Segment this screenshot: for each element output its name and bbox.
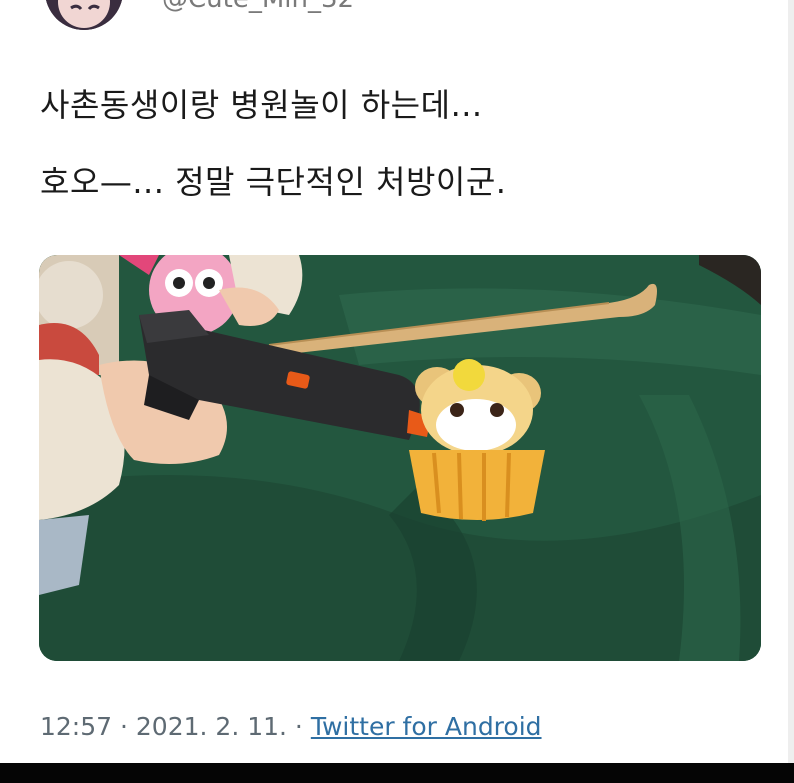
user-handle[interactable]: @Cute_Min_32 [162, 0, 354, 12]
meta-separator: · [286, 712, 311, 741]
tweet-screenshot: @Cute_Min_32 사촌동생이랑 병원놀이 하는데... 호오—... 정… [0, 0, 794, 783]
tweet-photo[interactable] [39, 255, 761, 661]
tweet-text-line-2: 호오—... 정말 극단적인 처방이군. [40, 163, 507, 201]
tweet-source-link[interactable]: Twitter for Android [311, 712, 542, 741]
tweet-text-line-1: 사촌동생이랑 병원놀이 하는데... [40, 86, 483, 124]
tweet-meta: 12:57 · 2021. 2. 11. · Twitter for Andro… [40, 712, 542, 741]
meta-separator: · [112, 712, 136, 741]
avatar[interactable] [45, 0, 123, 30]
tweet-time[interactable]: 12:57 [40, 712, 112, 741]
scroll-edge [788, 0, 794, 763]
tweet-date[interactable]: 2021. 2. 11. [136, 712, 287, 741]
bottom-bar [0, 763, 794, 783]
